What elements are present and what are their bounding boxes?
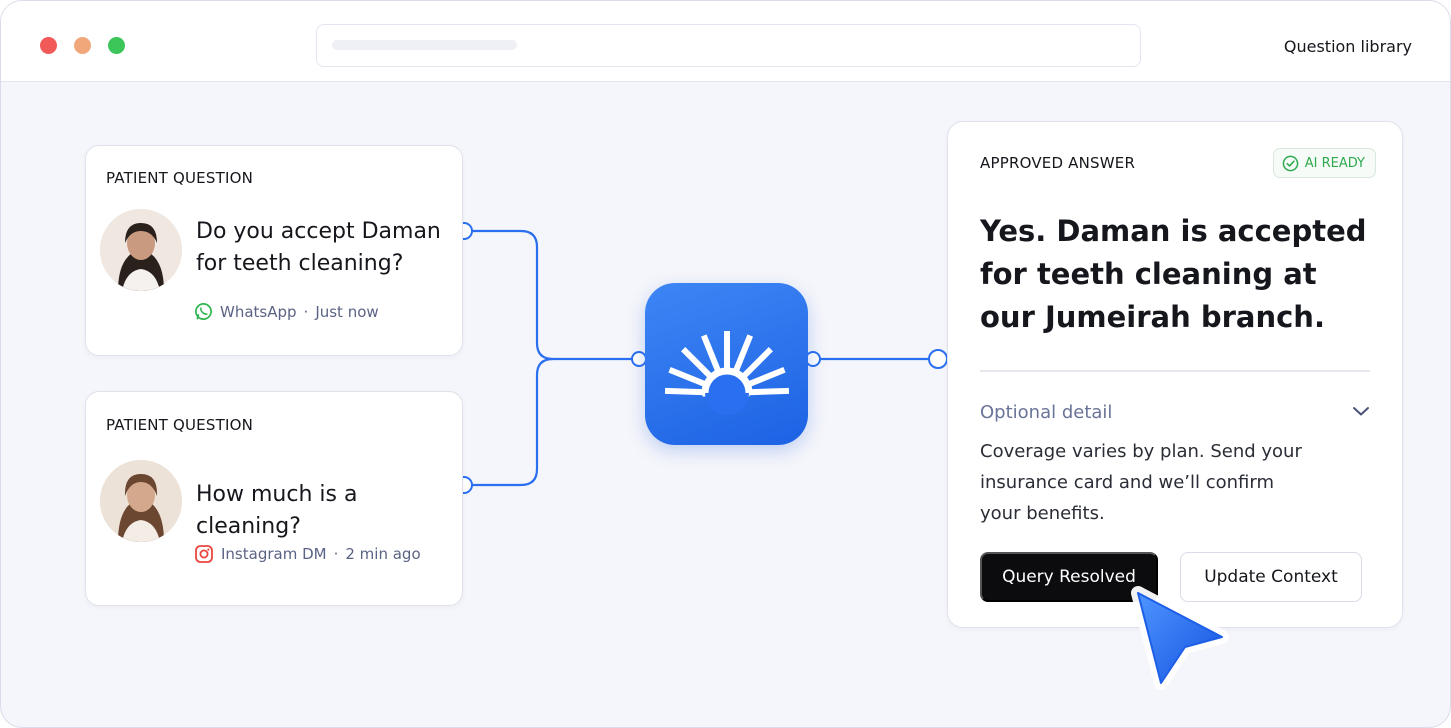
card-label: PATIENT QUESTION [106,169,253,187]
question-meta: WhatsApp · Just now [194,302,379,321]
timestamp: Just now [315,302,379,321]
meta-separator: · [303,302,309,321]
answer-text: Yes. Daman is accepted for teeth cleanin… [980,214,1367,334]
question-line: Do you accept Daman [196,219,441,244]
avatar [100,209,182,291]
question-meta: Instagram DM · 2 min ago [194,544,421,564]
badge-label: AI READY [1304,155,1365,171]
connector-node [928,349,948,369]
avatar [100,460,182,542]
question-text: Do you accept Daman for teeth cleaning? [196,216,441,280]
app-logo [645,283,808,445]
card-label: APPROVED ANSWER [980,154,1136,172]
answer-card: APPROVED ANSWER AI READY Yes. Daman is a… [947,121,1403,628]
instagram-icon [195,545,213,563]
question-text: How much is a cleaning? [196,479,462,543]
card-label: PATIENT QUESTION [106,416,253,434]
whatsapp-icon [195,303,212,320]
question-card[interactable]: PATIENT QUESTION How much is a cleaning?… [85,391,463,606]
divider [980,370,1370,372]
query-resolved-button[interactable]: Query Resolved [980,552,1158,602]
app-window: Question library PATIENT QUESTION Do you… [0,0,1451,728]
optional-detail-text: Coverage varies by plan. Send your insur… [980,441,1302,524]
sunrise-icon [664,331,790,415]
channel-name: Instagram DM [221,545,327,563]
update-context-button[interactable]: Update Context [1180,552,1362,602]
optional-detail-toggle[interactable]: Optional detail [980,402,1112,423]
meta-separator: · [333,545,339,563]
channel-name: WhatsApp [220,302,297,321]
status-badge: AI READY [1272,148,1376,178]
timestamp: 2 min ago [345,545,421,563]
question-line: How much is a cleaning? [196,482,358,539]
chevron-down-icon[interactable] [1352,404,1370,418]
connector-node [805,351,821,367]
question-card[interactable]: PATIENT QUESTION Do you accept Daman for… [85,145,463,356]
connector-node [631,351,647,367]
question-line: for teeth cleaning? [196,251,404,276]
check-circle-icon [1282,155,1299,171]
